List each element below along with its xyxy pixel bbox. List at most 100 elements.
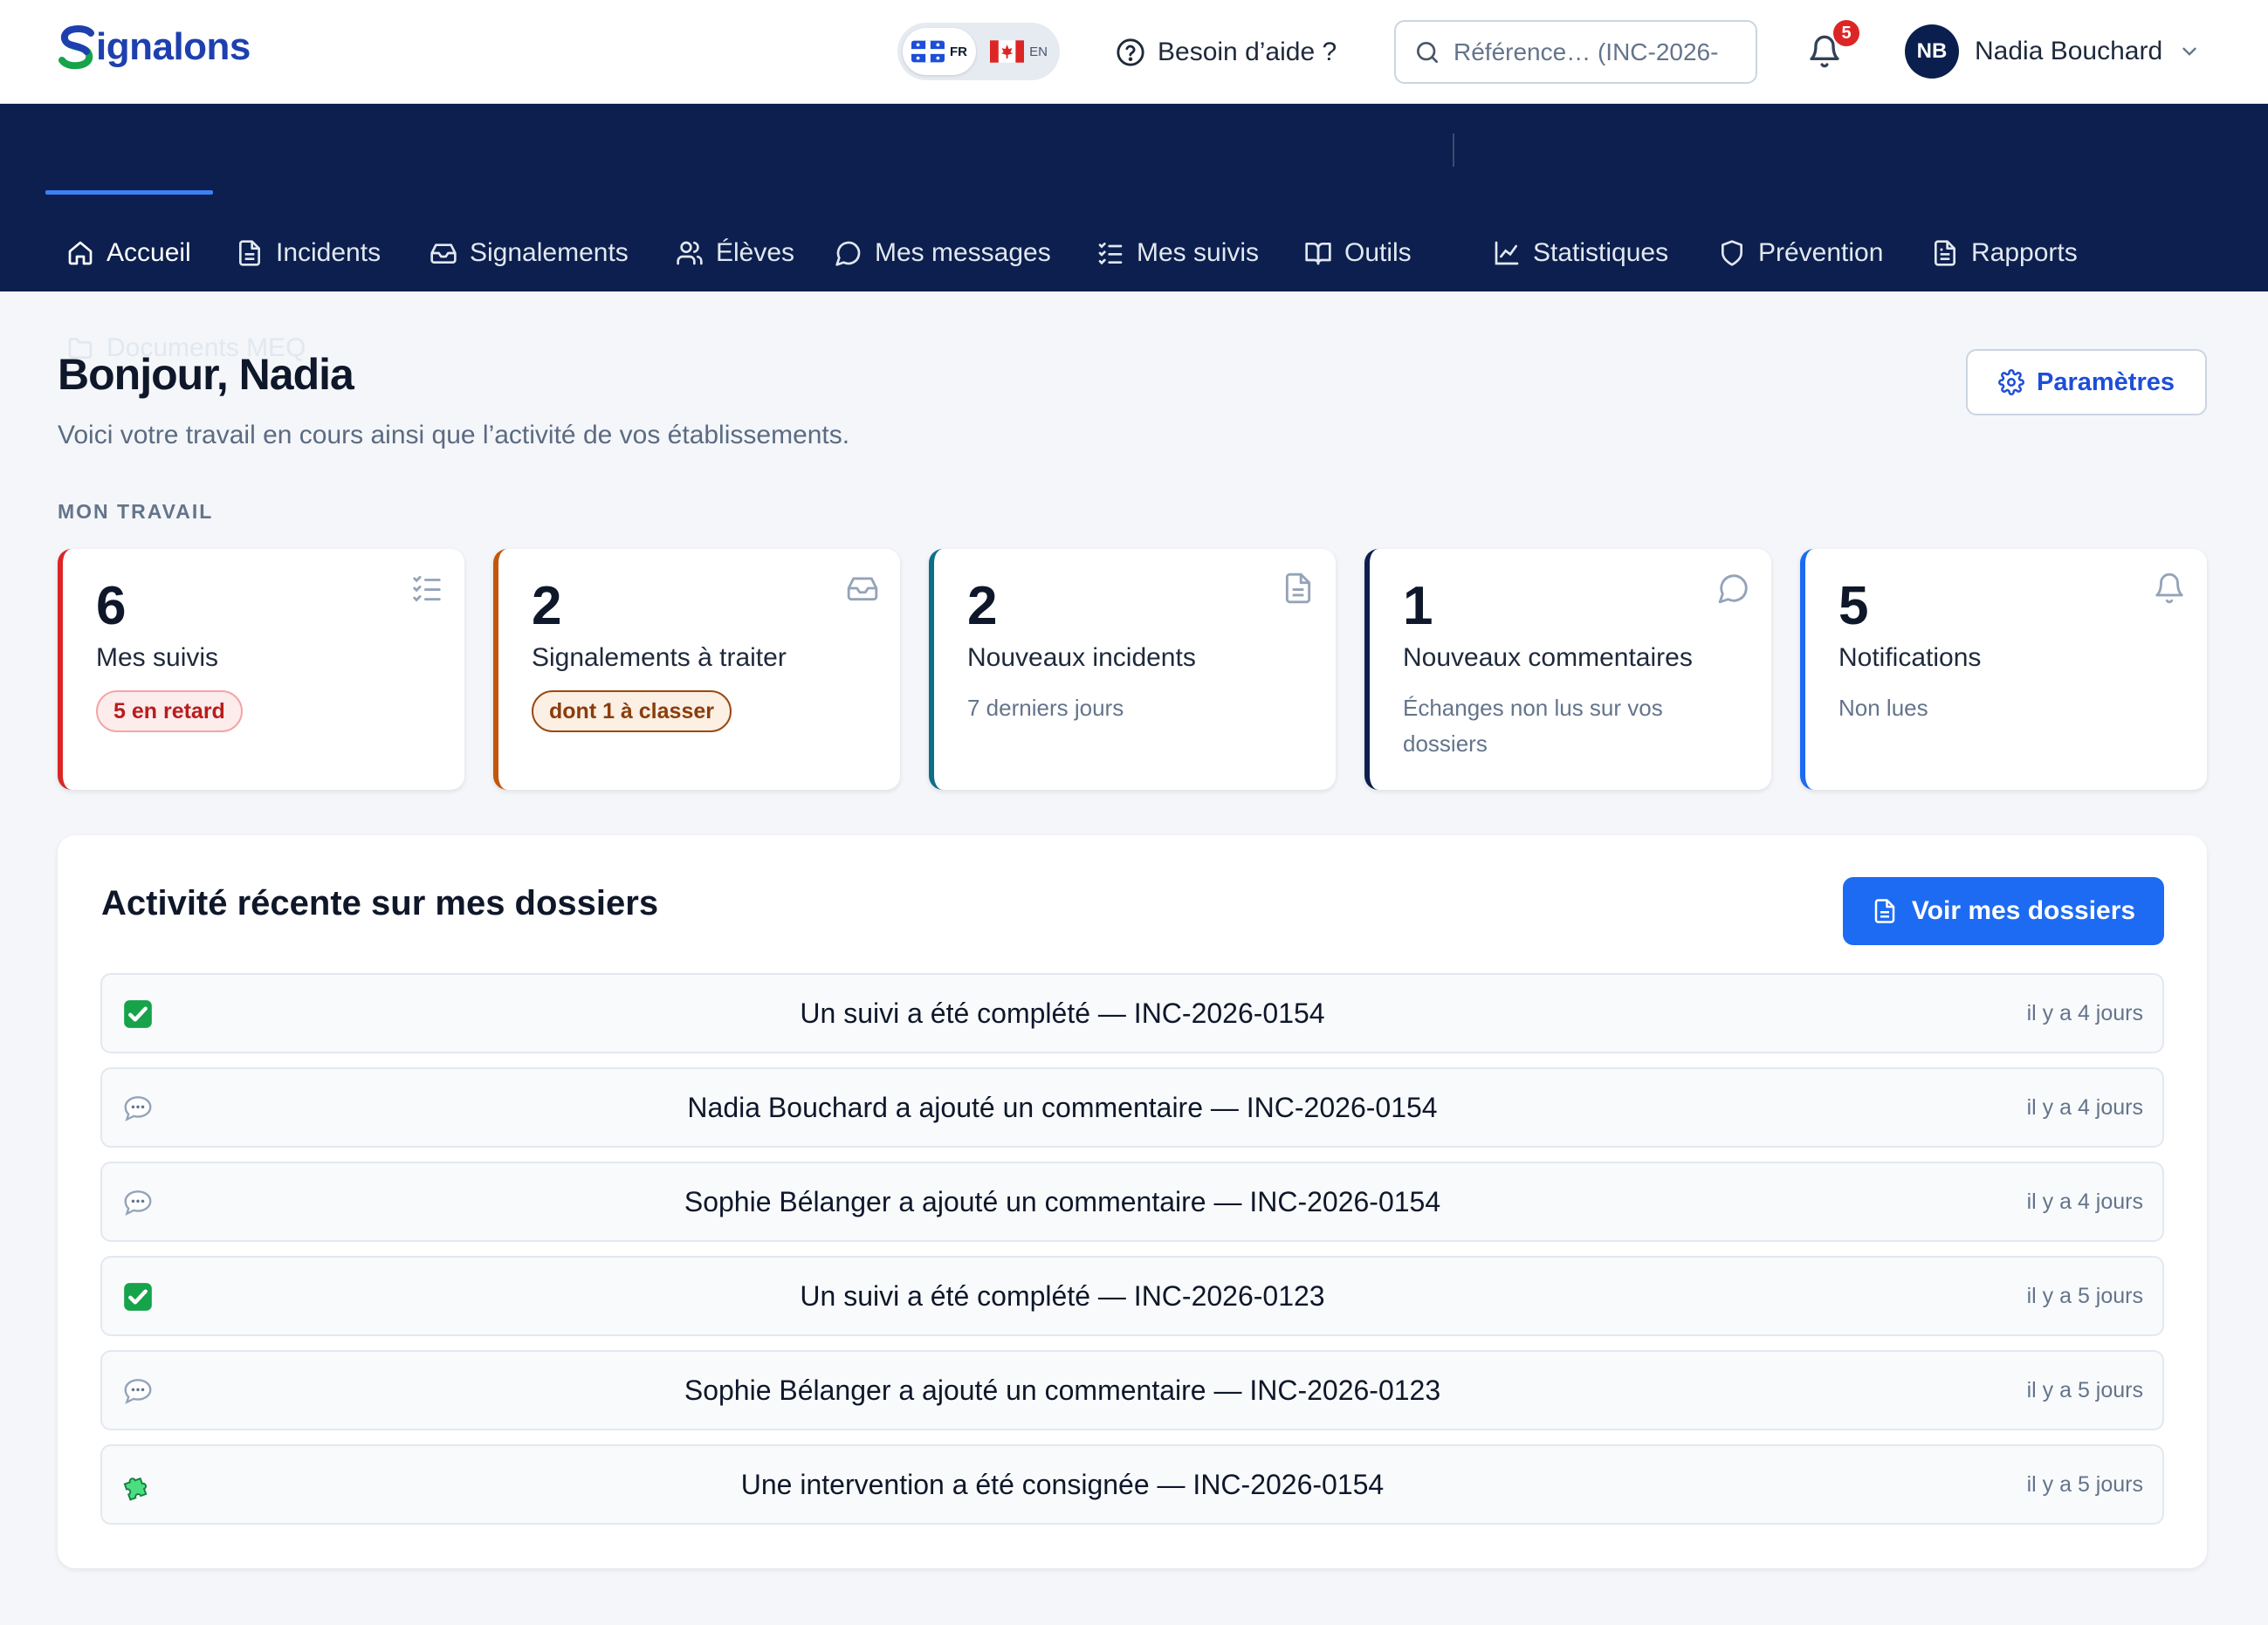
nav-item-accueil[interactable]: Accueil — [66, 227, 191, 279]
list-item[interactable]: Un suivi a été complété — INC-2026-0123 … — [100, 1256, 2164, 1336]
activity-text: Nadia Bouchard a ajouté un commentaire —… — [687, 1091, 1438, 1123]
card-nouveaux-incidents[interactable]: 2 Nouveaux incidents 7 derniers jours — [929, 549, 1336, 790]
list-item[interactable]: Un suivi a été complété — INC-2026-0154 … — [100, 973, 2164, 1053]
help-link[interactable]: Besoin d’aide ? — [1116, 31, 1337, 73]
activity-time: il y a 5 jours — [2026, 1377, 2143, 1402]
chevron-down-icon — [2182, 47, 2196, 56]
speech-bubble-icon — [124, 1096, 152, 1121]
card-title: Nouveaux commentaires — [1403, 643, 1693, 672]
list-item[interactable]: Sophie Bélanger a ajouté un commentaire … — [100, 1350, 2164, 1430]
card-title: Notifications — [1838, 643, 1982, 672]
nav-item-eleves[interactable]: Élèves — [676, 227, 794, 279]
activity-time: il y a 5 jours — [2026, 1471, 2143, 1497]
card-nouveaux-commentaires[interactable]: 1 Nouveaux commentaires Échanges non lus… — [1364, 549, 1771, 790]
language-en-label: EN — [1029, 44, 1048, 59]
list-item[interactable]: Sophie Bélanger a ajouté un commentaire … — [100, 1162, 2164, 1242]
card-mes-suivis[interactable]: 6 Mes suivis 5 en retard — [58, 549, 464, 790]
user-name: Nadia Bouchard — [1975, 37, 2163, 65]
report-icon — [1935, 240, 1955, 266]
inbox-icon — [847, 577, 878, 601]
language-switcher: FR EN — [897, 23, 1060, 80]
card-value: 6 — [96, 576, 127, 636]
list-item[interactable]: Nadia Bouchard a ajouté un commentaire —… — [100, 1067, 2164, 1148]
list-item[interactable]: Une intervention a été consignée — INC-2… — [100, 1444, 2164, 1525]
card-subtitle: 7 derniers jours — [967, 695, 1124, 721]
nav-item-mes-suivis[interactable]: Mes suivis — [1096, 227, 1259, 279]
nav-item-label: Statistiques — [1533, 238, 1669, 267]
active-nav-indicator — [45, 190, 213, 195]
card-notifications[interactable]: 5 Notifications Non lues — [1800, 549, 2207, 790]
book-icon — [1305, 243, 1331, 265]
activity-list: Un suivi a été complété — INC-2026-0154 … — [100, 973, 2164, 1539]
nav-item-incidents[interactable]: Incidents — [236, 227, 381, 279]
activity-time: il y a 4 jours — [2026, 1000, 2143, 1025]
main-nav: Accueil Incidents Signalements Élèves Me… — [0, 104, 2268, 362]
language-fr-label: FR — [950, 44, 967, 59]
inbox-icon — [430, 243, 457, 264]
user-menu[interactable]: NB Nadia Bouchard — [1905, 24, 2201, 79]
nav-item-label: Rapports — [1971, 238, 2078, 267]
nav-item-label: Signalements — [470, 238, 629, 267]
language-en-option[interactable]: EN — [981, 28, 1056, 75]
check-icon — [124, 1283, 152, 1311]
canada-flag-icon — [990, 40, 1025, 63]
activity-text: Un suivi a été complété — INC-2026-0123 — [800, 1279, 1325, 1312]
card-title: Nouveaux incidents — [967, 643, 1196, 672]
check-icon — [124, 1000, 152, 1028]
nav-item-prevention[interactable]: Prévention — [1718, 227, 1883, 279]
search-box — [1394, 20, 1757, 84]
settings-button[interactable]: Paramètres — [1966, 349, 2207, 415]
nav-item-outils[interactable]: Outils — [1304, 227, 1412, 279]
card-title: Signalements à traiter — [532, 643, 787, 672]
nav-item-label: Mes suivis — [1137, 238, 1260, 267]
nav-item-label: Élèves — [716, 238, 795, 267]
top-bar: ignalons FR EN Besoin d’aide ? Référence… — [0, 0, 2268, 104]
nav-item-label: Accueil — [107, 238, 191, 267]
nav-item-rapports[interactable]: Rapports — [1931, 227, 2078, 279]
search-input[interactable] — [1454, 38, 1724, 66]
activity-time: il y a 5 jours — [2026, 1283, 2143, 1308]
message-icon — [1718, 574, 1748, 604]
message-icon — [835, 241, 861, 266]
card-value: 2 — [967, 576, 998, 636]
home-icon — [68, 241, 93, 265]
users-icon — [677, 241, 703, 265]
nav-item-statistiques[interactable]: Statistiques — [1493, 227, 1668, 279]
nav-item-label: Outils — [1344, 238, 1412, 267]
activity-text: Un suivi a été complété — INC-2026-0154 — [800, 997, 1325, 1029]
help-label: Besoin d’aide ? — [1158, 38, 1337, 66]
avatar: NB — [1905, 24, 1959, 79]
status-badge: dont 1 à classer — [532, 690, 732, 732]
language-fr-option[interactable]: FR — [903, 28, 976, 75]
activity-time: il y a 4 jours — [2026, 1189, 2143, 1214]
logo-mark-icon — [58, 25, 94, 70]
card-title: Mes suivis — [96, 643, 219, 672]
document-icon — [1285, 573, 1311, 604]
status-badge: 5 en retard — [96, 690, 243, 732]
nav-item-mes-messages[interactable]: Mes messages — [835, 227, 1051, 279]
shield-icon — [1722, 240, 1742, 266]
document-icon — [239, 240, 260, 266]
gear-icon — [1998, 369, 2024, 395]
card-signalements[interactable]: 2 Signalements à traiter dont 1 à classe… — [493, 549, 900, 790]
activity-title: Activité récente sur mes dossiers — [101, 884, 659, 922]
view-files-button[interactable]: Voir mes dossiers — [1843, 877, 2164, 945]
logo[interactable]: ignalons — [58, 24, 251, 70]
card-subtitle: Non lues — [1838, 695, 1928, 721]
checklist-icon — [413, 575, 441, 602]
nav-divider — [1453, 134, 1454, 167]
card-subtitle: Échanges non lus sur vos dossiers — [1403, 695, 1663, 757]
nav-item-label: Mes messages — [875, 238, 1051, 267]
activity-panel: Activité récente sur mes dossiers Voir m… — [58, 835, 2207, 1568]
nav-item-signalements[interactable]: Signalements — [430, 227, 629, 279]
document-icon — [1874, 899, 1895, 923]
logo-text: ignalons — [96, 25, 251, 68]
settings-label: Paramètres — [2037, 367, 2175, 396]
chart-icon — [1495, 241, 1519, 265]
checklist-icon — [1098, 243, 1123, 265]
card-value: 2 — [532, 576, 562, 636]
activity-text: Sophie Bélanger a ajouté un commentaire … — [684, 1374, 1441, 1406]
activity-text: Sophie Bélanger a ajouté un commentaire … — [684, 1185, 1441, 1217]
card-value: 5 — [1838, 576, 1869, 636]
speech-bubble-icon — [124, 1190, 152, 1216]
